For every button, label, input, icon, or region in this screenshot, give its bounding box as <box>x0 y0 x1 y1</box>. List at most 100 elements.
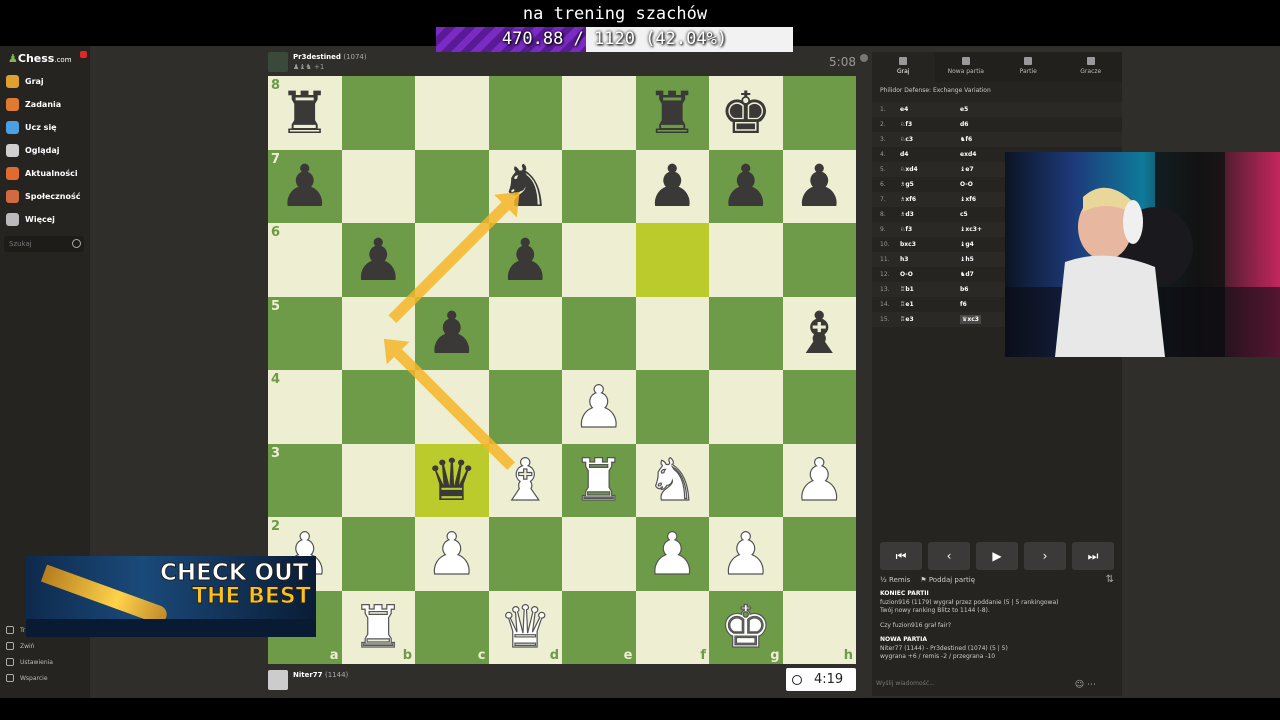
move[interactable]: d4 <box>900 151 908 158</box>
chess-board[interactable]: 8♜♜♚7♟♞♟♟♟6♟♟5♟♝4♟3♛♝♜♞♟2♟♟♟♟1ab♜cd♛efg♚… <box>268 76 856 664</box>
square-c6[interactable] <box>415 223 489 297</box>
white-pawn-icon[interactable]: ♟ <box>572 377 625 436</box>
square-d1[interactable]: d ♛ <box>488 590 562 664</box>
sidebar-item-3[interactable]: Oglądaj <box>6 141 60 159</box>
tab-0[interactable]: Graj <box>872 52 935 82</box>
square-e1[interactable]: e <box>562 590 636 664</box>
next-move-button[interactable]: › <box>1024 542 1066 570</box>
square-e5[interactable] <box>562 296 636 370</box>
square-e6[interactable] <box>562 223 636 297</box>
flip-board-icon[interactable]: ⇅ <box>1106 574 1114 585</box>
sidebar-item-0[interactable]: Graj <box>6 72 44 90</box>
move[interactable]: O-O <box>900 271 913 278</box>
move[interactable]: d6 <box>960 121 968 128</box>
move[interactable]: ♖e3 <box>900 316 914 323</box>
move[interactable]: b6 <box>960 286 968 293</box>
move[interactable]: ♝h5 <box>960 256 974 263</box>
chat-input[interactable]: Wyślij wiadomość... ☺ ⋯ <box>876 674 1118 692</box>
sidebar-bottom-item-0[interactable]: Tr <box>6 626 25 634</box>
last-move-button[interactable]: ⏭ <box>1072 542 1114 570</box>
square-d8[interactable] <box>488 76 562 150</box>
square-f5[interactable] <box>635 296 709 370</box>
square-h4[interactable] <box>782 370 856 444</box>
move[interactable]: ♞f6 <box>960 136 972 143</box>
white-knight-icon[interactable]: ♞ <box>646 451 699 510</box>
square-b3[interactable] <box>341 443 415 517</box>
move[interactable]: ♘xd4 <box>900 166 918 173</box>
white-bishop-icon[interactable]: ♝ <box>499 451 552 510</box>
square-b5[interactable] <box>341 296 415 370</box>
top-player-avatar[interactable] <box>268 52 288 72</box>
square-c7[interactable] <box>415 149 489 223</box>
black-king-icon[interactable]: ♚ <box>720 84 772 142</box>
bottom-player-avatar[interactable] <box>268 670 288 690</box>
move[interactable]: f6 <box>960 301 967 308</box>
square-g8[interactable]: ♚ <box>709 76 783 150</box>
square-g2[interactable]: ♟ <box>709 517 783 591</box>
play-button[interactable]: ▶ <box>976 542 1018 570</box>
move[interactable]: ♗xf6 <box>900 196 916 203</box>
square-h2[interactable] <box>782 517 856 591</box>
square-a6[interactable]: 6 <box>268 223 342 297</box>
square-h3[interactable]: ♟ <box>782 443 856 517</box>
tab-2[interactable]: Partie <box>997 52 1060 82</box>
move[interactable]: bxc3 <box>900 241 916 248</box>
black-pawn-icon[interactable]: ♟ <box>352 231 404 289</box>
move[interactable]: ♛xc3 <box>960 315 981 324</box>
square-d6[interactable]: ♟ <box>488 223 562 297</box>
square-b1[interactable]: b ♜ <box>341 590 415 664</box>
move[interactable]: ♖b1 <box>900 286 914 293</box>
square-f6[interactable] <box>635 223 709 297</box>
black-rook-icon[interactable]: ♜ <box>279 84 331 142</box>
move[interactable]: O-O <box>960 181 973 188</box>
black-pawn-icon[interactable]: ♟ <box>279 157 331 215</box>
move[interactable]: ♝e7 <box>960 166 974 173</box>
square-h7[interactable]: ♟ <box>782 149 856 223</box>
square-b8[interactable] <box>341 76 415 150</box>
first-move-button[interactable]: ⏮ <box>880 542 922 570</box>
tab-1[interactable]: Nowa partia <box>935 52 998 82</box>
black-pawn-icon[interactable]: ♟ <box>499 231 551 289</box>
prev-move-button[interactable]: ‹ <box>928 542 970 570</box>
square-g3[interactable] <box>709 443 783 517</box>
square-c4[interactable] <box>415 370 489 444</box>
square-e3[interactable]: ♜ <box>562 443 636 517</box>
square-g5[interactable] <box>709 296 783 370</box>
sidebar-item-4[interactable]: Aktualności <box>6 164 78 182</box>
emoji-icon[interactable]: ☺ ⋯ <box>1075 680 1096 692</box>
resign-button[interactable]: ⚑ Poddaj partię <box>920 576 975 584</box>
gear-icon[interactable] <box>860 54 868 62</box>
white-rook-icon[interactable]: ♜ <box>352 598 405 657</box>
square-g1[interactable]: g ♚ <box>709 590 783 664</box>
move[interactable]: ♝xf6 <box>960 196 976 203</box>
square-b7[interactable] <box>341 149 415 223</box>
square-e4[interactable]: ♟ <box>562 370 636 444</box>
draw-button[interactable]: ½ Remis <box>880 576 910 584</box>
top-player-name[interactable]: Pr3destined (1074) <box>293 53 367 61</box>
move[interactable]: ♘c3 <box>900 136 913 143</box>
sidebar-bottom-item-3[interactable]: Wsparcie <box>6 674 48 682</box>
tab-3[interactable]: Gracze <box>1060 52 1123 82</box>
white-pawn-icon[interactable]: ♟ <box>793 451 846 510</box>
black-knight-icon[interactable]: ♞ <box>499 157 551 215</box>
white-rook-icon[interactable]: ♜ <box>572 451 625 510</box>
square-d5[interactable] <box>488 296 562 370</box>
move[interactable]: ♝g4 <box>960 241 974 248</box>
move[interactable]: ♘f3 <box>900 121 912 128</box>
move[interactable]: ♘f3 <box>900 226 912 233</box>
square-b4[interactable] <box>341 370 415 444</box>
square-a4[interactable]: 4 <box>268 370 342 444</box>
square-d2[interactable] <box>488 517 562 591</box>
square-a8[interactable]: 8 ♜ <box>268 76 342 150</box>
move[interactable]: h3 <box>900 256 908 263</box>
square-c3[interactable]: ♛ <box>415 443 489 517</box>
square-c8[interactable] <box>415 76 489 150</box>
white-pawn-icon[interactable]: ♟ <box>646 524 699 583</box>
square-h6[interactable] <box>782 223 856 297</box>
sidebar-bottom-item-1[interactable]: Zwiń <box>6 642 35 650</box>
search-icon[interactable] <box>72 239 81 248</box>
white-king-icon[interactable]: ♚ <box>719 598 772 657</box>
black-pawn-icon[interactable]: ♟ <box>720 157 772 215</box>
white-pawn-icon[interactable]: ♟ <box>425 524 478 583</box>
square-d7[interactable]: ♞ <box>488 149 562 223</box>
